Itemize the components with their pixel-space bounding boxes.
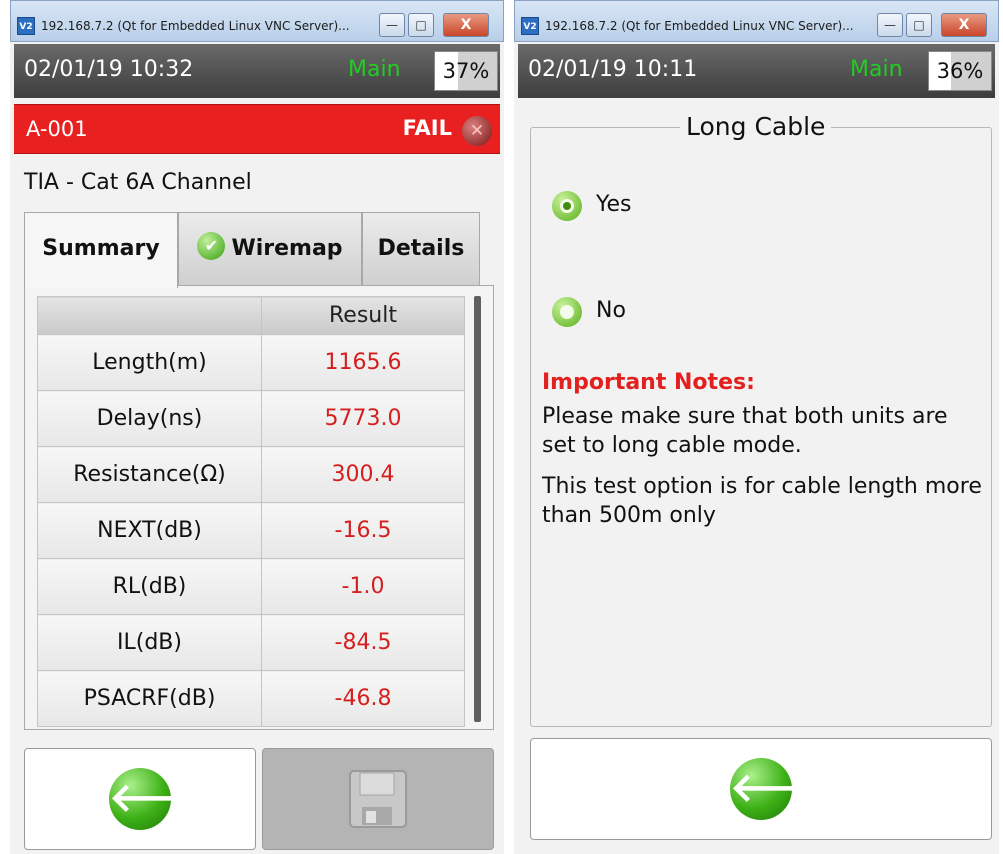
floppy-disk-icon [349,770,407,828]
group-title: Long Cable [680,112,832,141]
back-button[interactable]: 🡐 [530,738,992,840]
date-time: 02/01/19 10:11 [528,57,698,82]
tab-wiremap[interactable]: ✔ Wiremap [178,212,362,286]
device-status-bar: 02/01/19 10:11 Main 36% [518,44,995,98]
result-status: FAIL [402,116,452,140]
parameter-label: RL(dB) [37,558,262,615]
radio-no-label[interactable]: No [596,298,626,323]
tab-details-label: Details [377,236,465,261]
table-row: RL(dB) -1.0 [37,558,465,615]
save-button[interactable] [262,748,494,850]
mode-indicator: Main [850,57,903,82]
cable-type-label: TIA - Cat 6A Channel [24,170,252,195]
radio-selected-dot [563,202,571,210]
results-table: Result Length(m) 1165.6 Delay(ns) 5773.0… [37,296,465,727]
radio-hole [560,305,574,319]
parameter-label: Resistance(Ω) [37,446,262,503]
maximize-button[interactable]: □ [408,13,434,37]
summary-panel: Result Length(m) 1165.6 Delay(ns) 5773.0… [24,285,494,730]
window-title: 192.168.7.2 (Qt for Embedded Linux VNC S… [545,19,854,33]
result-value: 300.4 [261,446,465,503]
tab-details[interactable]: Details [362,212,480,286]
table-row: NEXT(dB) -16.5 [37,502,465,559]
vnc-app-icon: V2 [17,17,35,35]
window-titlebar[interactable]: V2 192.168.7.2 (Qt for Embedded Linux VN… [10,0,504,42]
table-row: Delay(ns) 5773.0 [37,390,465,447]
table-row: PSACRF(dB) -46.8 [37,670,465,727]
radio-yes-label[interactable]: Yes [596,192,632,217]
date-time: 02/01/19 10:32 [24,57,194,82]
maximize-button[interactable]: □ [906,13,932,37]
minimize-button[interactable]: — [877,13,903,37]
radio-no[interactable] [552,297,582,327]
test-id: A-001 [26,117,88,141]
window-titlebar[interactable]: V2 192.168.7.2 (Qt for Embedded Linux VN… [514,0,999,42]
battery-percent: 36% [936,59,984,83]
vnc-window-results: V2 192.168.7.2 (Qt for Embedded Linux VN… [10,0,504,854]
table-row: IL(dB) -84.5 [37,614,465,671]
important-notes-title: Important Notes: [542,370,755,395]
radio-yes[interactable] [552,191,582,221]
back-arrow-icon: 🡐 [730,758,837,820]
battery-percent: 37% [442,59,490,83]
parameter-label: NEXT(dB) [37,502,262,559]
result-value: -1.0 [261,558,465,615]
close-button[interactable]: X [941,13,987,37]
device-status-bar: 02/01/19 10:32 Main 37% [14,44,500,98]
result-value: 1165.6 [261,334,465,391]
test-result-bar: A-001 FAIL ✕ [14,104,500,154]
parameter-label: PSACRF(dB) [37,670,262,727]
check-icon: ✔ [197,232,226,260]
table-scrollbar[interactable] [474,296,481,722]
mode-indicator: Main [348,57,401,82]
parameter-label: Delay(ns) [37,390,262,447]
parameter-label: Length(m) [37,334,262,391]
column-header-result: Result [261,296,465,335]
table-row: Resistance(Ω) 300.4 [37,446,465,503]
battery-indicator: 36% [928,51,992,91]
tab-wiremap-label: Wiremap [231,236,343,261]
note-text: This test option is for cable length mor… [542,474,982,528]
vnc-app-icon: V2 [521,17,539,35]
table-row: Length(m) 1165.6 [37,334,465,391]
window-title: 192.168.7.2 (Qt for Embedded Linux VNC S… [41,19,350,33]
table-header-row: Result [37,296,465,335]
column-header-parameter [37,296,262,335]
window-divider [504,0,514,854]
result-value: -84.5 [261,614,465,671]
parameter-label: IL(dB) [37,614,262,671]
tab-summary-label: Summary [42,236,160,261]
tab-summary[interactable]: Summary [24,212,178,288]
minimize-button[interactable]: — [379,13,405,37]
close-button[interactable]: X [443,13,489,37]
battery-indicator: 37% [434,51,498,91]
back-arrow-icon: 🡐 [109,768,216,830]
back-button[interactable]: 🡐 [24,748,256,850]
vnc-window-long-cable: V2 192.168.7.2 (Qt for Embedded Linux VN… [514,0,999,854]
result-value: -46.8 [261,670,465,727]
result-value: 5773.0 [261,390,465,447]
fail-x-icon: ✕ [462,116,492,146]
result-value: -16.5 [261,502,465,559]
note-text: Please make sure that both units are set… [542,404,948,458]
